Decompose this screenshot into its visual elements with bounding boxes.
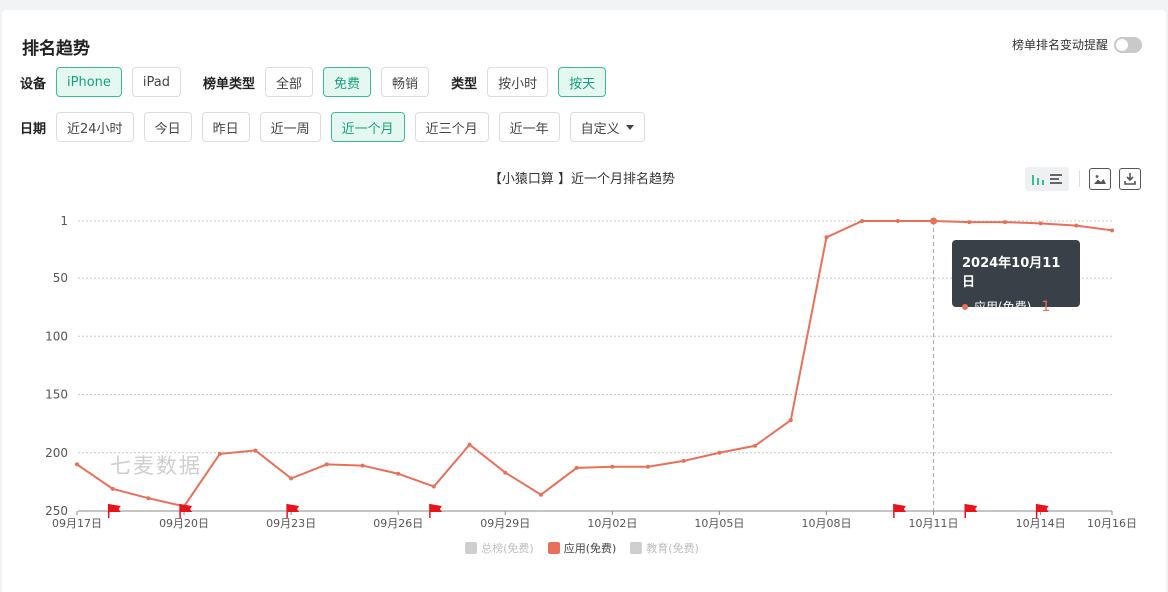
y-tick-label: 150: [45, 388, 68, 402]
x-tick-label: 09月26日: [373, 517, 423, 530]
data-point: [646, 464, 651, 469]
data-point: [681, 458, 686, 463]
x-tick-label: 10月08日: [801, 517, 851, 530]
legend-item-education[interactable]: 教育(免费): [630, 540, 699, 556]
chart-legend: 总榜(免费) 应用(免费) 教育(免费): [0, 540, 1164, 556]
legend-swatch: [465, 542, 478, 554]
data-point: [431, 484, 436, 489]
data-point: [895, 219, 900, 223]
y-tick-label: 200: [45, 446, 68, 460]
x-tick-label: 10月16日: [1087, 517, 1137, 530]
flag-icon: [893, 504, 906, 518]
data-point: [1002, 220, 1007, 225]
x-tick-label: 09月23日: [266, 517, 316, 530]
y-tick-label: 50: [53, 271, 68, 285]
x-tick-label: 10月14日: [1016, 517, 1066, 530]
data-point: [110, 486, 115, 491]
data-point: [860, 219, 865, 223]
x-tick-label: 09月29日: [480, 517, 530, 530]
x-tick-label: 10月02日: [587, 517, 637, 530]
data-point: [574, 465, 579, 470]
legend-swatch: [547, 542, 560, 554]
data-point: [253, 448, 258, 453]
tooltip-row: 应用(免费) 1: [962, 298, 1070, 315]
flag-icon: [1035, 504, 1049, 518]
legend-label: 应用(免费): [563, 542, 617, 555]
data-point: [1110, 228, 1114, 233]
data-point: [360, 463, 365, 468]
data-point: [717, 450, 722, 455]
tooltip-value: 1: [1041, 298, 1051, 315]
data-point: [610, 464, 615, 469]
chart-tooltip: 2024年10月11日 应用(免费) 1: [952, 240, 1080, 315]
x-tick-label: 10月11日: [909, 517, 959, 530]
data-point: [788, 418, 793, 423]
legend-label: 总榜(免费): [481, 542, 534, 555]
legend-item-overall[interactable]: 总榜(免费): [465, 540, 534, 556]
data-point: [824, 235, 829, 240]
flag-icon: [286, 504, 300, 518]
y-tick-label: 100: [45, 329, 68, 343]
series-dot-icon: [962, 303, 968, 310]
data-point: [289, 476, 294, 481]
data-point: [75, 462, 79, 467]
legend-swatch: [630, 542, 643, 554]
data-point: [1038, 221, 1043, 226]
data-point: [967, 220, 972, 225]
flag-icon: [429, 504, 442, 518]
flag-icon: [179, 504, 193, 518]
flag-icon: [107, 504, 121, 518]
tooltip-series-name: 应用(免费): [974, 300, 1032, 314]
data-point: [467, 442, 472, 447]
watermark: 七麦数据: [110, 454, 202, 478]
x-tick-label: 09月20日: [159, 517, 209, 530]
y-tick-label: 1: [60, 214, 68, 228]
data-point: [324, 462, 329, 467]
data-point: [503, 470, 508, 475]
data-point: [538, 492, 543, 497]
x-tick-label: 09月17日: [52, 517, 102, 530]
legend-item-apps[interactable]: 应用(免费): [547, 540, 617, 556]
legend-label: 教育(免费): [646, 542, 699, 555]
tooltip-date: 2024年10月11日: [962, 256, 1061, 290]
data-point: [1074, 223, 1079, 228]
data-point: [217, 451, 222, 456]
data-point: [146, 496, 151, 501]
flag-icon: [964, 504, 978, 518]
x-tick-label: 10月05日: [694, 517, 744, 530]
data-point: [930, 217, 938, 225]
data-point: [753, 443, 758, 448]
y-tick-label: 250: [45, 504, 68, 518]
data-point: [396, 471, 401, 476]
